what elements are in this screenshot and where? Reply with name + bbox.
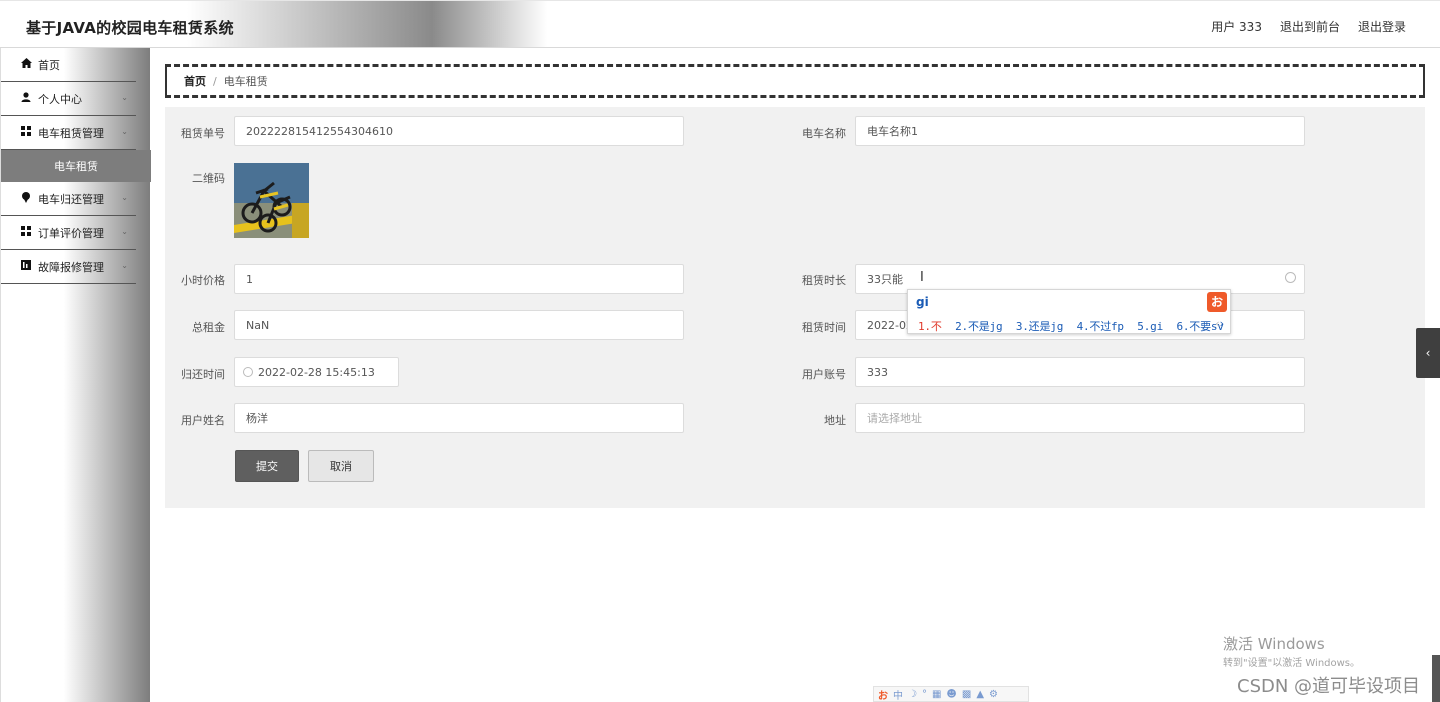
chevron-right-icon[interactable]: › (1220, 317, 1224, 330)
order-no-label: 租赁单号 (181, 127, 225, 140)
chevron-down-icon: ⌄ (121, 93, 128, 102)
grid-icon (19, 126, 33, 139)
ime-lang-indicator[interactable]: 中 (893, 687, 903, 702)
ime-candidate[interactable]: 2.不是jg (955, 320, 1002, 333)
chevron-down-icon: ⌄ (121, 127, 128, 136)
sidebar-item-review-management[interactable]: 订单评价管理 ⌄ (1, 216, 136, 250)
return-time-value: 2022-02-28 15:45:13 (258, 365, 375, 379)
chevron-down-icon: ⌄ (121, 261, 128, 270)
app-title: 基于JAVA的校园电车租赁系统 (26, 19, 234, 37)
duration-value: 33只能 (867, 273, 903, 286)
punctuation-icon[interactable]: ° (922, 689, 927, 700)
clock-icon (243, 367, 253, 377)
user-name-label: 用户姓名 (181, 414, 225, 427)
ime-candidate-popup: gi お 1.不 2.不是jg 3.还是jg 4.不过fp 5.gi 6.不要s… (907, 289, 1231, 334)
car-name-field[interactable]: 电车名称1 (855, 116, 1305, 146)
user-icon[interactable]: ☻ (946, 689, 956, 700)
sidebar-item-label: 电车租赁 (54, 160, 98, 173)
grid-icon[interactable]: ▩ (962, 689, 971, 700)
sidebar-item-label: 订单评价管理 (38, 226, 104, 240)
duration-label: 租赁时长 (802, 274, 846, 287)
sidebar-item-home[interactable]: 首页 (1, 48, 136, 82)
windows-activation-subtitle: 转到"设置"以激活 Windows。 (1223, 658, 1361, 669)
home-icon (19, 58, 33, 71)
user-account-field[interactable]: 333 (855, 357, 1305, 387)
ime-candidate[interactable]: 5.gi (1137, 320, 1163, 333)
user-icon (19, 92, 33, 105)
car-name-label: 电车名称 (802, 127, 846, 140)
windows-activation-title: 激活 Windows (1223, 635, 1325, 653)
sogou-logo-icon: お (878, 690, 888, 702)
ime-candidate-list: 1.不 2.不是jg 3.还是jg 4.不过fp 5.gi 6.不要sv (918, 318, 1224, 334)
breadcrumb-home[interactable]: 首页 (184, 73, 206, 89)
ime-composition: gi (916, 295, 929, 309)
sidebar-item-label: 电车归还管理 (38, 192, 104, 206)
rental-form: 租赁单号 202222815412554304610 电车名称 电车名称1 二维… (165, 107, 1425, 508)
breadcrumb: 首页 / 电车租赁 (165, 64, 1425, 98)
order-no-field[interactable]: 202222815412554304610 (234, 116, 684, 146)
moon-icon[interactable]: ☽ (908, 689, 917, 700)
breadcrumb-separator: / (213, 74, 217, 88)
keyboard-icon[interactable]: ▦ (932, 689, 941, 700)
sidebar-item-label: 首页 (38, 58, 60, 72)
scrollbar[interactable] (1432, 655, 1440, 702)
hourly-price-label: 小时价格 (181, 274, 225, 287)
ime-candidate[interactable]: 1.不 (918, 320, 942, 333)
ime-page-nav[interactable]: ‹› (1215, 317, 1224, 330)
qr-code-label: 二维码 (192, 172, 225, 185)
gear-icon[interactable]: ⚙ (989, 689, 998, 700)
top-header: 基于JAVA的校园电车租赁系统 用户 333 退出到前台 退出登录 (0, 0, 1440, 48)
exit-to-front-link[interactable]: 退出到前台 (1280, 18, 1340, 35)
sidebar-item-label: 个人中心 (38, 92, 82, 106)
qr-code-image (234, 163, 309, 238)
total-rent-field[interactable]: NaN (234, 310, 684, 340)
hourly-price-field[interactable]: 1 (234, 264, 684, 294)
address-label: 地址 (824, 414, 846, 427)
sidebar-item-label: 故障报修管理 (38, 260, 104, 274)
user-account-label: 用户账号 (802, 368, 846, 381)
text-cursor-icon: I (920, 270, 924, 285)
rent-time-label: 租赁时间 (802, 321, 846, 334)
total-rent-label: 总租金 (192, 321, 225, 334)
logout-link[interactable]: 退出登录 (1358, 18, 1406, 35)
submit-button[interactable]: 提交 (235, 450, 299, 482)
current-user[interactable]: 用户 333 (1211, 18, 1262, 35)
header-actions: 用户 333 退出到前台 退出登录 (1211, 18, 1406, 35)
grid-icon (19, 226, 33, 239)
sidebar-subitem-rental[interactable]: 电车租赁 (1, 150, 151, 182)
sidebar-item-rental-management[interactable]: 电车租赁管理 ⌄ (1, 116, 136, 150)
shirt-icon[interactable]: ▲ (976, 689, 984, 700)
pin-icon (19, 191, 33, 206)
user-name-field[interactable]: 杨洋 (234, 403, 684, 433)
ime-candidate[interactable]: 3.还是jg (1016, 320, 1063, 333)
csdn-watermark: CSDN @道可毕设项目 (1237, 676, 1421, 697)
address-select[interactable]: 请选择地址 (855, 403, 1305, 433)
return-time-label: 归还时间 (181, 368, 225, 381)
clear-icon[interactable] (1285, 272, 1296, 283)
sogou-logo-icon: お (1207, 292, 1227, 312)
sidebar-item-label: 电车租赁管理 (38, 126, 104, 140)
side-panel-toggle[interactable]: ‹ (1416, 328, 1440, 378)
return-time-picker[interactable]: 2022-02-28 15:45:13 (234, 357, 399, 387)
breadcrumb-current: 电车租赁 (223, 75, 268, 88)
cancel-button[interactable]: 取消 (308, 450, 374, 482)
chart-icon (19, 260, 33, 273)
chevron-down-icon: ⌄ (121, 193, 128, 202)
sidebar-item-repair-management[interactable]: 故障报修管理 ⌄ (1, 250, 136, 284)
sidebar-item-personal-center[interactable]: 个人中心 ⌄ (1, 82, 136, 116)
sidebar-item-return-management[interactable]: 电车归还管理 ⌄ (1, 182, 136, 216)
ime-toolbar[interactable]: お 中 ☽ ° ▦ ☻ ▩ ▲ ⚙ (873, 686, 1029, 702)
ime-candidate[interactable]: 4.不过fp (1077, 320, 1124, 333)
chevron-down-icon: ⌄ (121, 227, 128, 236)
sidebar: 首页 个人中心 ⌄ 电车租赁管理 ⌄ 电车租赁 电车归还管理 ⌄ 订单评价管理 … (0, 48, 151, 702)
chevron-left-icon: ‹ (1425, 346, 1431, 360)
